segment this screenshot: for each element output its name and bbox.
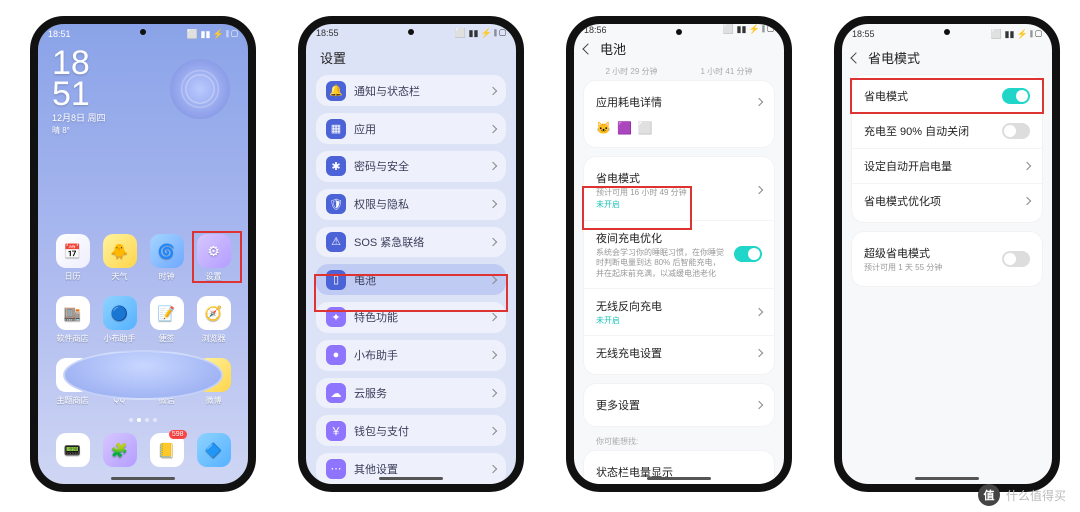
usage-title: 应用耗电详情 [596,94,748,110]
app-浏览器[interactable]: 🧭浏览器 [193,296,234,344]
battery-stats: 2 小时 29 分钟 1 小时 41 分钟 [574,66,784,81]
powersave-card: 省电模式充电至 90% 自动关闭设定自动开启电量省电模式优化项 [852,75,1042,222]
nav-bar[interactable] [111,477,175,480]
settings-list: 🔔通知与状态栏 ▦应用 ✱密码与安全 🛡权限与隐私 ⚠SOS 紧急联络 ▯电池 ✦特色功能 ●… [306,75,516,484]
phone-battery: 18:56 ⬜ ▮▮ ⚡ 𝄃 ▢ 电池 2 小时 29 分钟 1 小时 41 分… [566,16,792,492]
status-time: 18:51 [48,29,71,39]
toggle[interactable] [1002,123,1030,139]
chevron-right-icon [489,124,497,132]
settings-row-通知与状态栏[interactable]: 🔔通知与状态栏 [316,75,506,106]
app-软件商店[interactable]: 🏬软件商店 [52,296,93,344]
status-icons: ⬜ ▮▮ ⚡ 𝄃 ▢ [723,24,774,35]
chevron-right-icon [489,275,497,283]
stat-right: 1 小时 41 分钟 [700,66,752,77]
row-充电至 90% 自动关闭[interactable]: 充电至 90% 自动关闭 [852,113,1042,148]
page-title: 省电模式 [868,48,920,67]
hint-header: 你可能想找: [574,436,784,451]
header: 电池 [574,35,784,66]
chevron-right-icon [1023,197,1031,205]
app-dock[interactable]: 🔷 [193,433,234,470]
power-card: 省电模式预计可用 16 小时 49 分钟未开启夜间充电优化系统会学习你的睡眠习惯… [584,157,774,374]
clock-weather: 晴 8° [52,125,234,136]
chevron-right-icon [489,87,497,95]
row-超级省电模式[interactable]: 超级省电模式预计可用 1 天 55 分钟 [852,236,1042,282]
chevron-right-icon [489,351,497,359]
app-天气[interactable]: 🐥天气 [99,234,140,282]
row-省电模式[interactable]: 省电模式预计可用 16 小时 49 分钟未开启 [584,161,774,220]
row-省电模式[interactable]: 省电模式 [852,79,1042,113]
app-时钟[interactable]: 🌀时钟 [146,234,187,282]
more-card[interactable]: 更多设置 [584,384,774,426]
phone-settings: 18:55 ⬜ ▮▮ ⚡ 𝄃 ▢ 设置 🔔通知与状态栏 ▦应用 ✱密码与安全 🛡权限与… [298,16,524,492]
chevron-right-icon [755,308,763,316]
app-日历[interactable]: 📅日历 [52,234,93,282]
usage-apps: 🐱🟪⬜ [584,119,774,143]
settings-row-权限与隐私[interactable]: 🛡权限与隐私 [316,189,506,220]
status-time: 18:55 [316,28,339,38]
app-dock[interactable]: 📟 [52,433,93,470]
app-便签[interactable]: 📝便签 [146,296,187,344]
usage-card[interactable]: 应用耗电详情 🐱🟪⬜ [584,81,774,147]
app-设置[interactable]: ⚙设置 [193,234,234,282]
settings-row-SOS 紧急联络[interactable]: ⚠SOS 紧急联络 [316,227,506,258]
chevron-right-icon [489,238,497,246]
settings-row-应用[interactable]: ▦应用 [316,113,506,144]
row-无线反向充电[interactable]: 无线反向充电未开启 [584,288,774,335]
settings-row-小布助手[interactable]: ●小布助手 [316,340,506,371]
page-title: 设置 [306,42,516,75]
toggle[interactable] [734,246,762,262]
chevron-right-icon [755,401,763,409]
dock: 📟🧩📒598🔷 [38,433,248,470]
nav-bar[interactable] [915,477,979,480]
watermark: 值 什么值得买 [978,484,1066,506]
page-indicator [38,418,248,422]
status-icons: ⬜ ▮▮ ⚡ 𝄃 ▢ [187,29,238,40]
toggle[interactable] [1002,88,1030,104]
chevron-right-icon [1023,162,1031,170]
row-无线充电设置[interactable]: 无线充电设置 [584,335,774,370]
header: 省电模式 [842,44,1052,75]
chevron-right-icon [755,98,763,106]
settings-row-云服务[interactable]: ☁云服务 [316,378,506,409]
status-time: 18:55 [852,29,875,39]
stat-left: 2 小时 29 分钟 [605,66,657,77]
settings-row-电池[interactable]: ▯电池 [316,264,506,295]
page-title: 电池 [600,39,626,58]
watermark-logo: 值 [978,484,1000,506]
row-夜间充电优化[interactable]: 夜间充电优化系统会学习你的睡眠习惯，在你睡觉时判断电量到达 80% 后智能充电，… [584,220,774,288]
app-小布助手[interactable]: 🔵小布助手 [99,296,140,344]
chevron-right-icon [489,464,497,472]
status-icons: ⬜ ▮▮ ⚡ 𝄃 ▢ [991,29,1042,40]
watermark-text: 什么值得买 [1006,487,1066,504]
chevron-right-icon [755,349,763,357]
toggle[interactable] [1002,251,1030,267]
wallpaper-planet [63,350,223,400]
phone-powersave: 18:55 ⬜ ▮▮ ⚡ 𝄃 ▢ 省电模式 省电模式充电至 90% 自动关闭设定… [834,16,1060,492]
chevron-right-icon [489,427,497,435]
settings-row-密码与安全[interactable]: ✱密码与安全 [316,151,506,182]
settings-row-钱包与支付[interactable]: ￥钱包与支付 [316,415,506,446]
app-dock[interactable]: 📒598 [146,433,187,470]
app-dock[interactable]: 🧩 [99,433,140,470]
chevron-right-icon [489,162,497,170]
wallpaper-swirl [170,59,230,119]
chevron-right-icon [489,389,497,397]
row-设定自动开启电量[interactable]: 设定自动开启电量 [852,148,1042,183]
super-powersave-card: 超级省电模式预计可用 1 天 55 分钟 [852,232,1042,286]
status-icons: ⬜ ▮▮ ⚡ 𝄃 ▢ [455,28,506,39]
chevron-right-icon [755,186,763,194]
row-省电模式优化项[interactable]: 省电模式优化项 [852,183,1042,218]
chevron-right-icon [489,313,497,321]
status-time: 18:56 [584,25,607,35]
back-icon[interactable] [850,52,861,63]
settings-row-特色功能[interactable]: ✦特色功能 [316,302,506,333]
more-settings: 更多设置 [596,397,748,413]
phone-homescreen: 18:51 ⬜ ▮▮ ⚡ 𝄃 ▢ 18 51 12月8日 周四 晴 8° 📅日历… [30,16,256,492]
nav-bar[interactable] [647,477,711,480]
chevron-right-icon [489,200,497,208]
back-icon[interactable] [582,43,593,54]
nav-bar[interactable] [379,477,443,480]
